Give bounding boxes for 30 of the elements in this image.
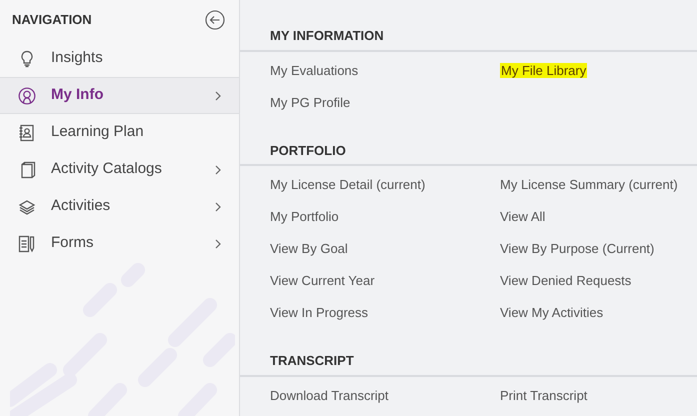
menu-link[interactable]: My File Library [500,62,588,78]
form-icon [18,234,36,252]
menu-link[interactable]: My License Summary (current) [500,177,678,192]
menu-link[interactable]: Download Transcript [270,388,388,402]
section-header: TRANSCRIPT [240,351,697,376]
person-circle-icon [18,86,36,104]
menu-link[interactable]: My PG Profile [270,94,350,110]
section-header: PORTFOLIO [240,140,697,166]
stack-icon [18,198,36,216]
section-header: MY INFORMATION [240,26,697,52]
menu-link[interactable]: View Current Year [270,273,375,288]
sidebar-title: NAVIGATION [12,11,92,30]
menu-link[interactable]: View In Progress [270,305,368,320]
menu-link[interactable]: My Evaluations [270,62,358,78]
nav-item[interactable]: Insights [0,40,239,77]
address-book-icon [18,124,36,142]
nav-item[interactable]: Forms [0,225,239,262]
menu-link[interactable]: Print Transcript [500,388,588,402]
nav-item[interactable]: My Info [0,77,239,114]
menu-link[interactable]: View By Purpose (Current) [500,241,654,256]
menu-link[interactable]: View By Goal [270,241,348,256]
menu-link[interactable]: View Denied Requests [500,273,632,288]
menu-link[interactable]: My Portfolio [270,209,339,224]
collapse-sidebar-button[interactable] [205,10,225,30]
nav-item[interactable]: Learning Plan [0,114,239,151]
menu-link[interactable]: View All [500,209,546,224]
nav-item[interactable]: Activities [0,188,239,225]
nav-item[interactable]: Activity Catalogs [0,151,239,188]
menu-link[interactable]: View My Activities [500,305,604,320]
menu-link[interactable]: My License Detail (current) [270,177,426,192]
